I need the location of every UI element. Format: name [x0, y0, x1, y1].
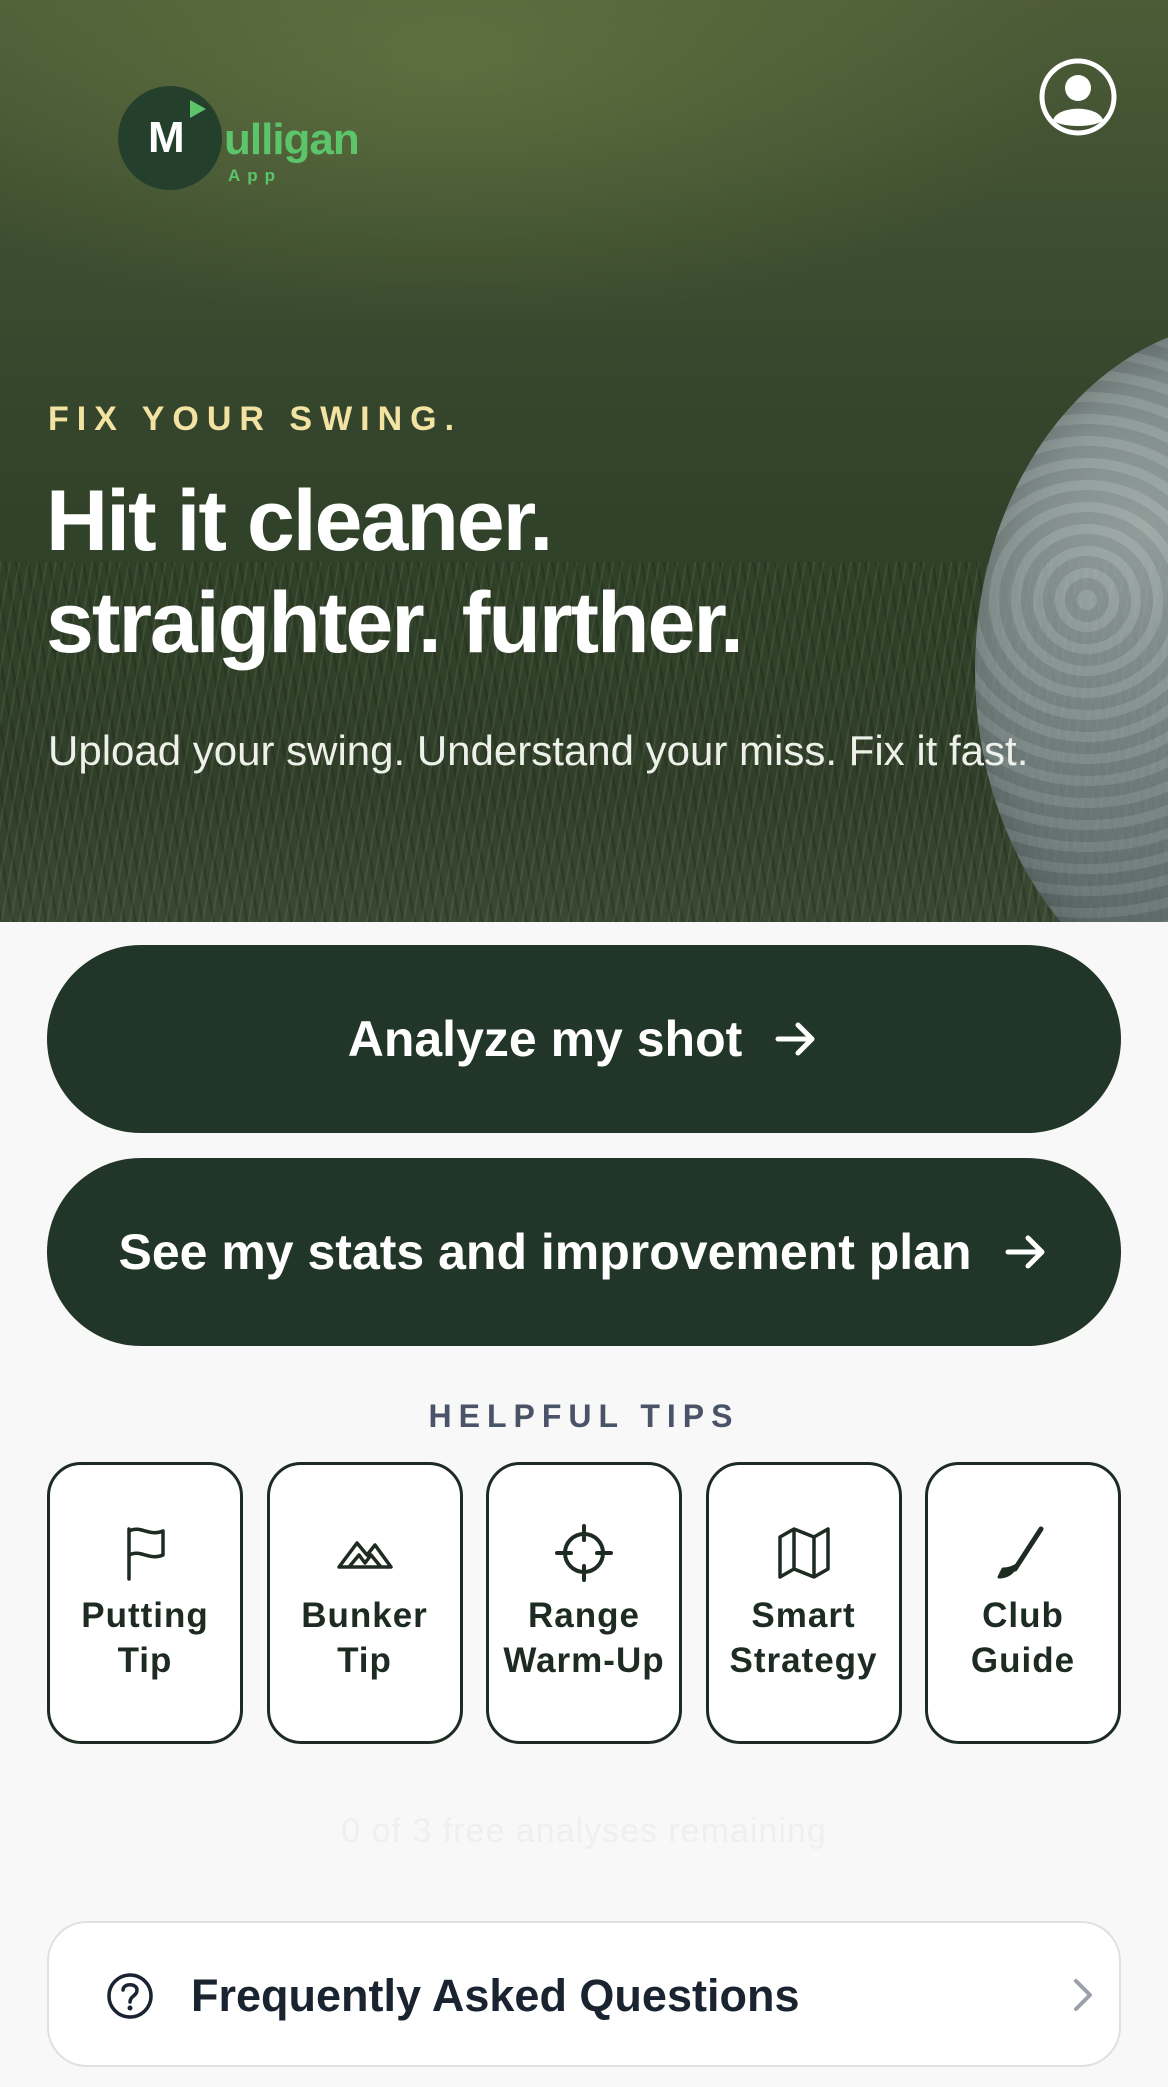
hero-banner: M ulligan App FIX YOUR SWING. Hit it cle…: [0, 0, 1168, 922]
arrow-right-icon: [1005, 1235, 1045, 1269]
tip-label: Putting Tip: [81, 1596, 209, 1680]
bunker-icon: [336, 1541, 393, 1569]
tip-club-guide[interactable]: Club Guide: [925, 1462, 1121, 1744]
map-icon: [777, 1527, 830, 1579]
tip-label: Smart Strategy: [729, 1596, 878, 1680]
logo-letter: M: [148, 113, 185, 162]
faq-button[interactable]: Frequently Asked Questions: [47, 1921, 1121, 2067]
tip-label: Bunker Tip: [301, 1596, 428, 1680]
tips-heading: HELPFUL TIPS: [428, 1398, 740, 1434]
analyze-shot-label: Analyze my shot: [347, 1011, 743, 1067]
stats-plan-label: See my stats and improvement plan: [118, 1224, 972, 1280]
faq-label: Frequently Asked Questions: [191, 1970, 800, 2021]
hero-eyebrow: FIX YOUR SWING.: [48, 400, 463, 438]
flag-icon: [127, 1527, 165, 1581]
golf-club-icon: [997, 1526, 1044, 1579]
logo-subtitle: App: [228, 166, 283, 185]
hero-subline: Upload your swing. Understand your miss.…: [48, 727, 1029, 774]
tip-bunker[interactable]: Bunker Tip: [266, 1462, 463, 1744]
tips-row: Putting Tip Bunker Tip Range Warm-Up Sma…: [47, 1462, 1121, 1744]
arrow-right-icon: [775, 1022, 815, 1056]
analyze-shot-button[interactable]: Analyze my shot: [47, 945, 1121, 1133]
app-logo[interactable]: M ulligan App: [118, 86, 378, 196]
free-analyses-status: 0 of 3 free analyses remaining: [341, 1812, 827, 1850]
stats-plan-button[interactable]: See my stats and improvement plan: [47, 1158, 1121, 1346]
logo-word: ulligan: [224, 115, 360, 164]
chevron-right-icon: [1074, 1979, 1092, 2011]
tip-putting[interactable]: Putting Tip: [47, 1462, 243, 1744]
crosshair-icon: [555, 1524, 613, 1582]
tip-label: Club Guide: [970, 1596, 1076, 1680]
tip-label: Range Warm-Up: [503, 1596, 665, 1680]
profile-button[interactable]: [1038, 57, 1118, 137]
hero-headline: Hit it cleaner. straighter. further.: [46, 470, 946, 674]
headline-line-2: straighter. further.: [46, 575, 744, 671]
user-circle-icon: [1039, 58, 1117, 136]
logo-flag-icon: [190, 100, 206, 118]
tip-smart-strategy[interactable]: Smart Strategy: [705, 1462, 902, 1744]
headline-line-1: Hit it cleaner.: [46, 473, 553, 569]
question-circle-icon: [107, 1973, 153, 2019]
tip-range-warmup[interactable]: Range Warm-Up: [486, 1462, 682, 1744]
